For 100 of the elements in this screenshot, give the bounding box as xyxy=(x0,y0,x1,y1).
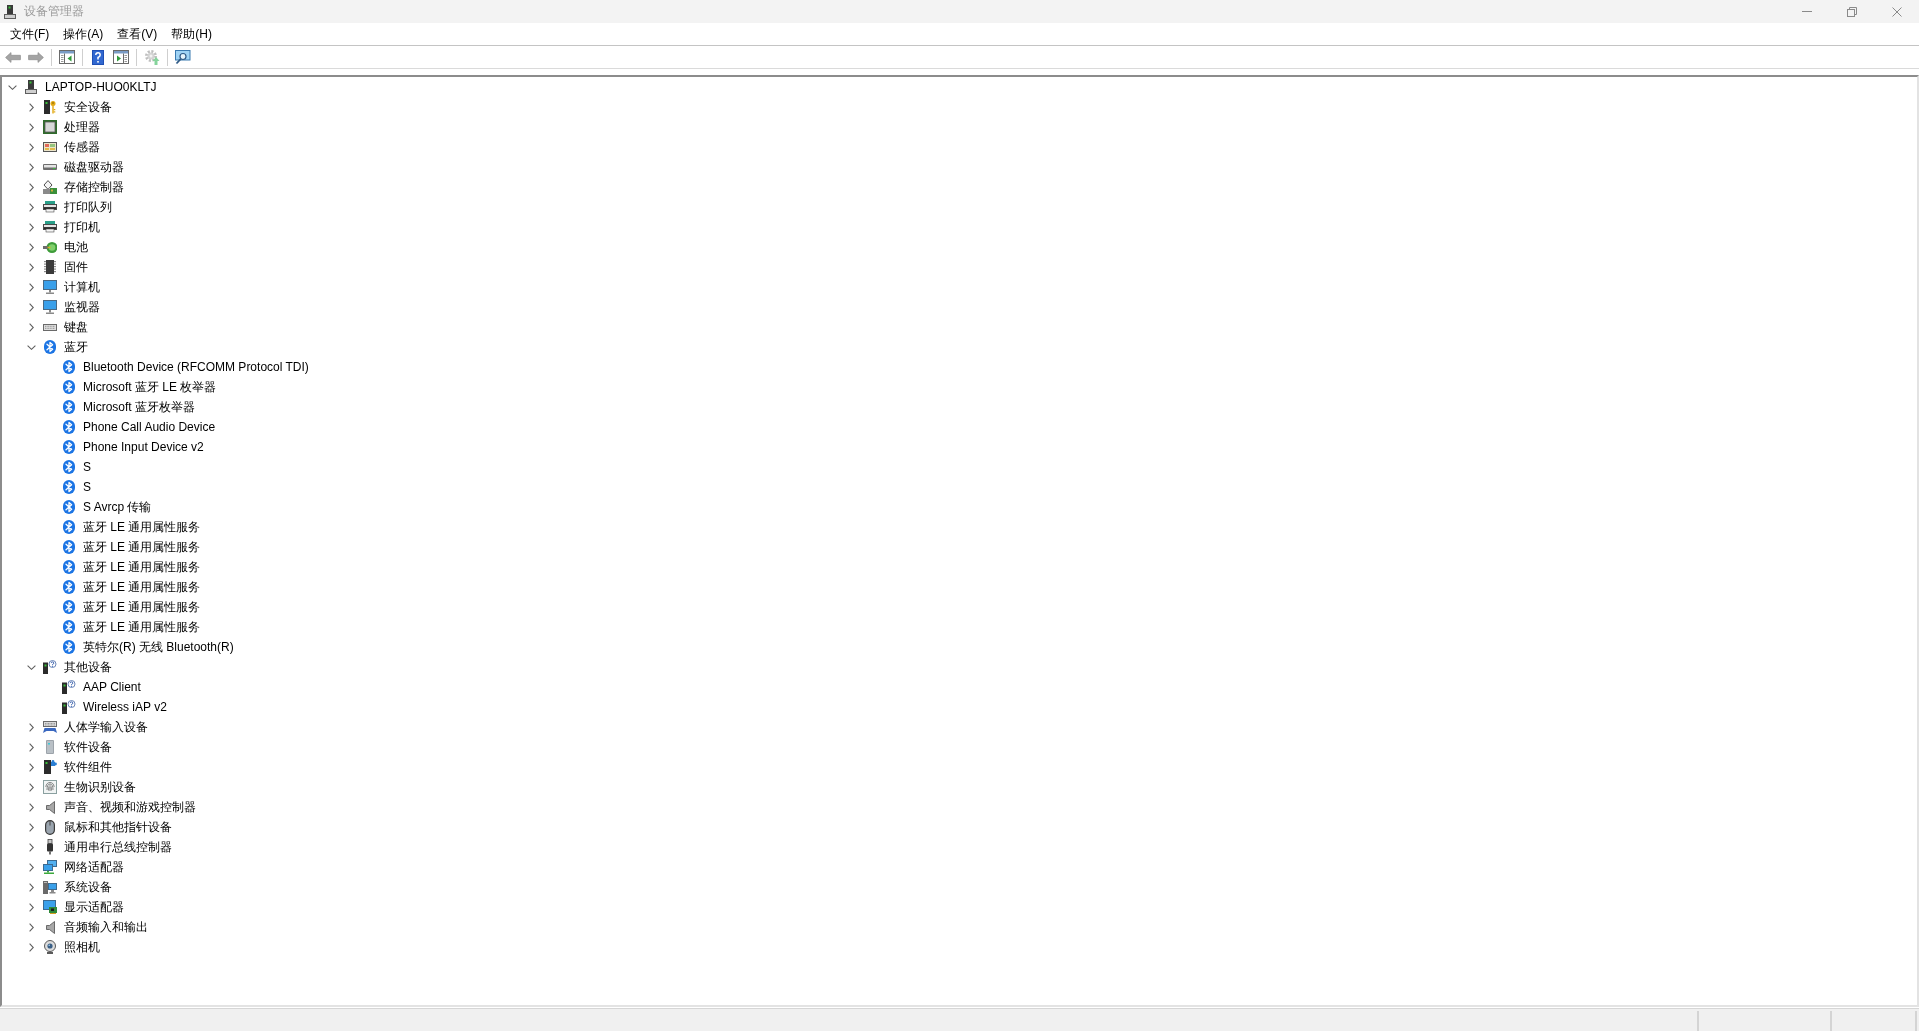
chevron-right-icon[interactable] xyxy=(28,302,34,312)
tree-item[interactable]: Phone Call Audio Device xyxy=(81,418,218,436)
tree-item[interactable]: 声音、视频和游戏控制器 xyxy=(62,798,198,816)
monitor-search-icon xyxy=(175,49,191,65)
tree-item[interactable]: 蓝牙 LE 通用属性服务 xyxy=(81,558,203,576)
tree-item[interactable]: 安全设备 xyxy=(62,98,114,116)
tree-item[interactable]: AAP Client xyxy=(81,678,143,696)
chevron-right-icon[interactable] xyxy=(28,182,34,192)
tree-item[interactable]: S Avrcp 传输 xyxy=(81,498,154,516)
chip-icon xyxy=(43,120,57,134)
chevron-right-icon[interactable] xyxy=(28,122,34,132)
tree-item[interactable]: 音频输入和输出 xyxy=(62,918,150,936)
tree-item[interactable]: 打印机 xyxy=(62,218,102,236)
chevron-right-icon[interactable] xyxy=(28,922,34,932)
tree-item[interactable]: 蓝牙 LE 通用属性服务 xyxy=(81,578,203,596)
tree-item[interactable]: 软件组件 xyxy=(62,758,114,776)
keyboard-gamepad-icon xyxy=(43,721,57,733)
chevron-down-icon[interactable] xyxy=(7,84,17,90)
chevron-right-icon[interactable] xyxy=(28,322,34,332)
speaker-icon xyxy=(45,920,55,934)
tree-item[interactable]: 鼠标和其他指针设备 xyxy=(62,818,174,836)
bluetooth-icon xyxy=(63,480,75,494)
mouse-icon xyxy=(45,819,55,835)
storage-controller-icon xyxy=(43,180,57,194)
tree-item[interactable]: 键盘 xyxy=(62,318,90,336)
chevron-right-icon[interactable] xyxy=(28,262,34,272)
chevron-right-icon[interactable] xyxy=(28,902,34,912)
tree-item[interactable]: 蓝牙 LE 通用属性服务 xyxy=(81,518,203,536)
chevron-right-icon[interactable] xyxy=(28,142,34,152)
chevron-right-icon[interactable] xyxy=(28,162,34,172)
tree-item[interactable]: 照相机 xyxy=(62,938,102,956)
disk-drive-icon xyxy=(43,164,57,170)
tree-item[interactable]: 蓝牙 LE 通用属性服务 xyxy=(81,538,203,556)
tree-item[interactable]: 系统设备 xyxy=(62,878,114,896)
chevron-right-icon[interactable] xyxy=(28,782,34,792)
tree-item[interactable]: 存储控制器 xyxy=(62,178,126,196)
tree-item[interactable]: 英特尔(R) 无线 Bluetooth(R) xyxy=(81,638,236,656)
tree-item[interactable]: Microsoft 蓝牙枚举器 xyxy=(81,398,197,416)
tree-item[interactable]: S xyxy=(81,458,93,476)
webcam-icon xyxy=(44,940,56,954)
tree-item[interactable]: 电池 xyxy=(62,238,90,256)
menu-item[interactable]: 文件(F) xyxy=(3,23,57,45)
tower-puzzle-icon xyxy=(43,760,57,774)
printer-icon xyxy=(43,201,57,213)
close-icon xyxy=(1891,6,1902,17)
chevron-right-icon[interactable] xyxy=(28,862,34,872)
chevron-right-icon[interactable] xyxy=(28,762,34,772)
chevron-right-icon[interactable] xyxy=(28,842,34,852)
tree-item[interactable]: Microsoft 蓝牙 LE 枚举器 xyxy=(81,378,219,396)
tree-item[interactable]: 人体学输入设备 xyxy=(62,718,150,736)
chevron-down-icon[interactable] xyxy=(26,664,36,670)
tower-icon xyxy=(46,740,54,754)
keyboard-icon xyxy=(43,323,57,331)
tree-item[interactable]: 软件设备 xyxy=(62,738,114,756)
chevron-right-icon[interactable] xyxy=(28,222,34,232)
computer-icon xyxy=(25,80,37,94)
chevron-right-icon[interactable] xyxy=(28,822,34,832)
chevron-right-icon[interactable] xyxy=(28,882,34,892)
chevron-right-icon[interactable] xyxy=(28,802,34,812)
chevron-right-icon[interactable] xyxy=(28,722,34,732)
tree-item[interactable]: 通用串行总线控制器 xyxy=(62,838,174,856)
chevron-right-icon[interactable] xyxy=(28,242,34,252)
bluetooth-icon xyxy=(63,440,75,454)
tree-item[interactable]: Phone Input Device v2 xyxy=(81,438,206,456)
tree-item[interactable]: 固件 xyxy=(62,258,90,276)
tree-item[interactable]: Wireless iAP v2 xyxy=(81,698,169,716)
bluetooth-icon xyxy=(63,540,75,554)
tree-item[interactable]: Bluetooth Device (RFCOMM Protocol TDI) xyxy=(81,358,311,376)
tree-item[interactable]: 蓝牙 LE 通用属性服务 xyxy=(81,598,203,616)
tree-item[interactable]: 显示适配器 xyxy=(62,898,126,916)
menu-item[interactable]: 操作(A) xyxy=(56,23,111,45)
tree-item[interactable]: S xyxy=(81,478,93,496)
menu-item[interactable]: 查看(V) xyxy=(110,23,165,45)
tree-item[interactable]: 处理器 xyxy=(62,118,102,136)
tree-item[interactable]: 磁盘驱动器 xyxy=(62,158,126,176)
monitor-icon xyxy=(43,300,57,314)
bluetooth-icon xyxy=(63,460,75,474)
chevron-right-icon[interactable] xyxy=(28,102,34,112)
chevron-right-icon[interactable] xyxy=(28,202,34,212)
chevron-down-icon[interactable] xyxy=(26,344,36,350)
chevron-right-icon[interactable] xyxy=(28,282,34,292)
tree-item[interactable]: 监视器 xyxy=(62,298,102,316)
tree-item[interactable]: 蓝牙 LE 通用属性服务 xyxy=(81,618,203,636)
printer-icon xyxy=(43,221,57,233)
bluetooth-icon xyxy=(63,560,75,574)
bluetooth-icon xyxy=(63,360,75,374)
help-icon xyxy=(92,49,104,65)
chevron-right-icon[interactable] xyxy=(28,742,34,752)
bluetooth-icon xyxy=(63,500,75,514)
tree-item[interactable]: 打印队列 xyxy=(62,198,114,216)
tree-item[interactable]: 传感器 xyxy=(62,138,102,156)
tree-item[interactable]: 蓝牙 xyxy=(62,338,90,356)
menu-item[interactable]: 帮助(H) xyxy=(164,23,219,45)
chevron-right-icon[interactable] xyxy=(28,942,34,952)
tree-item[interactable]: 其他设备 xyxy=(62,658,114,676)
tree-item[interactable]: 计算机 xyxy=(62,278,102,296)
tree-item[interactable]: LAPTOP-HUO0KLTJ xyxy=(43,78,159,96)
computer-icon xyxy=(3,4,16,19)
tree-item[interactable]: 网络适配器 xyxy=(62,858,126,876)
tree-item[interactable]: 生物识别设备 xyxy=(62,778,138,796)
